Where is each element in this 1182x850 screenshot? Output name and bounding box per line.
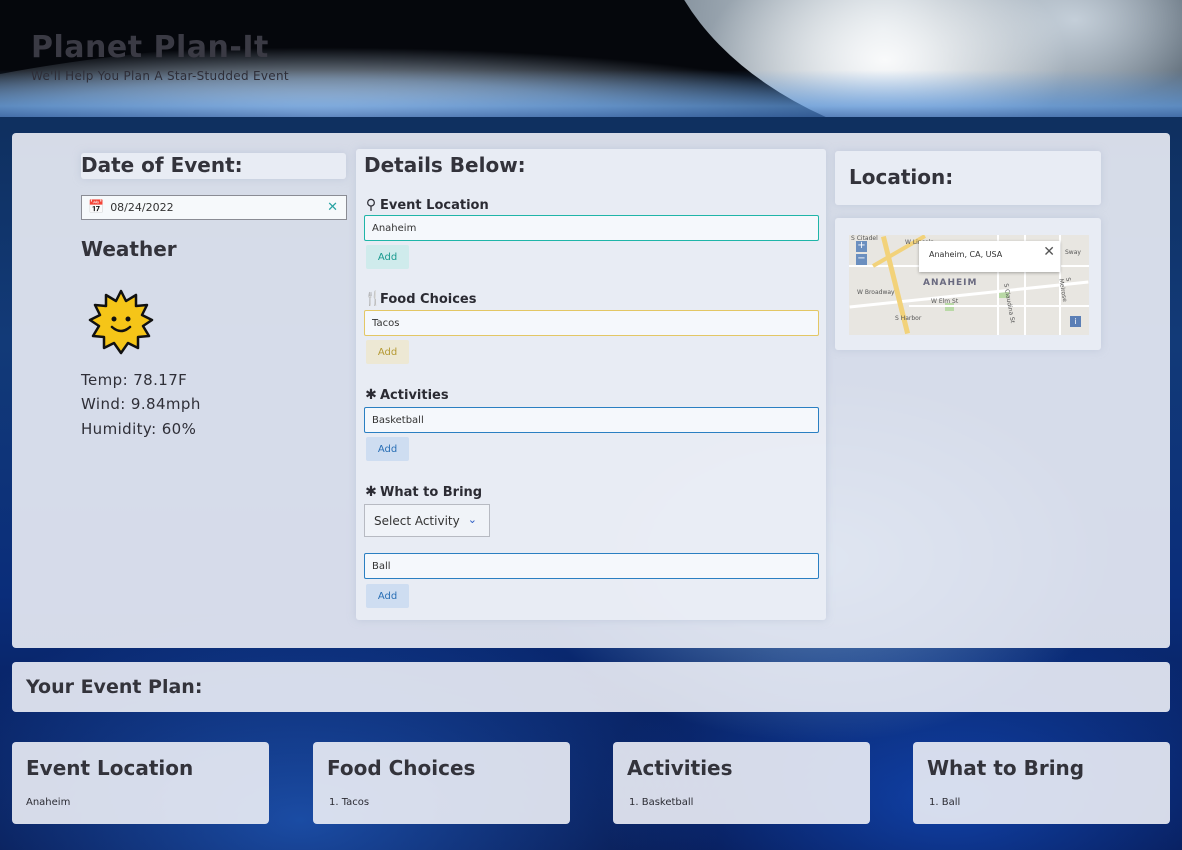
event-location-label-text: Event Location — [380, 197, 489, 213]
carrot-icon: ✱ — [365, 484, 377, 500]
food-choices-label: 🍴 Food Choices — [364, 291, 477, 307]
close-icon[interactable]: ✕ — [1043, 244, 1055, 260]
food-choices-label-text: Food Choices — [380, 291, 477, 307]
map-city-label: ANAHEIM — [923, 278, 978, 288]
street-label: W Broadway — [857, 289, 895, 296]
site-subtitle: We'll Help You Plan A Star-Studded Event — [31, 69, 289, 83]
map-pin-icon: ⚲ — [365, 197, 377, 213]
site-title: Planet Plan-It — [31, 30, 269, 65]
plan-card-item: 1. Tacos — [329, 797, 370, 808]
street-elm — [909, 305, 1089, 307]
plan-card-item: 1. Ball — [929, 797, 961, 808]
street-label: S Melrose — [1057, 277, 1072, 303]
street-label: Sway — [1065, 249, 1081, 256]
date-heading-box: Date of Event: — [81, 153, 346, 179]
weather-temp: Temp: 78.17F — [81, 371, 188, 389]
plan-card-title: Food Choices — [327, 756, 476, 780]
what-to-bring-label: ✱ What to Bring — [364, 484, 482, 500]
info-icon[interactable]: i — [1070, 316, 1081, 327]
calendar-icon[interactable]: 📅 — [88, 200, 104, 215]
site-header: Planet Plan-It We'll Help You Plan A Sta… — [0, 0, 1182, 117]
sun-icon — [88, 289, 154, 355]
plan-card-title: What to Bring — [927, 756, 1085, 780]
event-plan-bar: Your Event Plan: — [12, 662, 1170, 712]
map-popup: Anaheim, CA, USA ✕ — [919, 241, 1060, 272]
details-heading: Details Below: — [364, 153, 526, 177]
plan-card-food: Food Choices 1. Tacos — [313, 742, 570, 824]
date-input[interactable]: 📅 08/24/2022 ✕ — [81, 195, 347, 220]
add-food-button[interactable]: Add — [366, 340, 409, 364]
plan-card-title: Event Location — [26, 756, 194, 780]
location-heading-card: Location: — [835, 151, 1101, 205]
weather-wind: Wind: 9.84mph — [81, 395, 201, 413]
activities-input[interactable]: Basketball — [364, 407, 819, 433]
zoom-in-button[interactable]: + — [856, 241, 867, 252]
date-heading: Date of Event: — [81, 153, 243, 177]
what-to-bring-value: Ball — [372, 560, 391, 572]
event-location-label: ⚲ Event Location — [364, 197, 489, 213]
plan-card-title: Activities — [627, 756, 733, 780]
food-choices-input[interactable]: Tacos — [364, 310, 819, 336]
activity-select-value: Select Activity — [374, 513, 460, 528]
fork-knife-icon: 🍴 — [364, 291, 382, 307]
plan-card-activities: Activities 1. Basketball — [613, 742, 870, 824]
activities-label: ✱ Activities — [364, 387, 449, 403]
weather-humidity: Humidity: 60% — [81, 420, 197, 438]
event-location-input[interactable]: Anaheim — [364, 215, 819, 241]
add-location-button[interactable]: Add — [366, 245, 409, 269]
plan-card-location: Event Location Anaheim — [12, 742, 269, 824]
map[interactable]: W Lincoln Sway W Broadway W Elm St S Cit… — [849, 235, 1089, 335]
details-card: Details Below: ⚲ Event Location Anaheim … — [356, 149, 826, 620]
zoom-out-button[interactable]: − — [856, 254, 867, 265]
activity-select[interactable]: Select Activity ⌄ — [364, 504, 490, 537]
street-label: S Harbor — [895, 315, 922, 322]
food-choices-value: Tacos — [372, 317, 400, 329]
map-popup-text: Anaheim, CA, USA — [929, 250, 1003, 259]
event-plan-heading: Your Event Plan: — [26, 676, 203, 698]
location-heading: Location: — [849, 165, 954, 189]
chevron-down-icon: ⌄ — [467, 513, 477, 526]
activities-value: Basketball — [372, 414, 424, 426]
plan-card-bring: What to Bring 1. Ball — [913, 742, 1170, 824]
street-label: W Elm St — [931, 298, 959, 305]
what-to-bring-input[interactable]: Ball — [364, 553, 819, 579]
what-to-bring-label-text: What to Bring — [380, 484, 483, 500]
plan-card-item: 1. Basketball — [629, 797, 694, 808]
add-activity-button[interactable]: Add — [366, 437, 409, 461]
close-icon[interactable]: ✕ — [327, 200, 338, 215]
weather-heading: Weather — [81, 237, 177, 261]
map-card: W Lincoln Sway W Broadway W Elm St S Cit… — [835, 218, 1101, 350]
add-bring-button[interactable]: Add — [366, 584, 409, 608]
activities-label-text: Activities — [380, 387, 449, 403]
carrot-icon: ✱ — [365, 387, 377, 403]
event-location-value: Anaheim — [372, 222, 417, 234]
main-panel: Date of Event: 📅 08/24/2022 ✕ Weather Te… — [12, 133, 1170, 648]
date-value: 08/24/2022 — [110, 201, 174, 214]
plan-card-item: Anaheim — [26, 797, 71, 808]
